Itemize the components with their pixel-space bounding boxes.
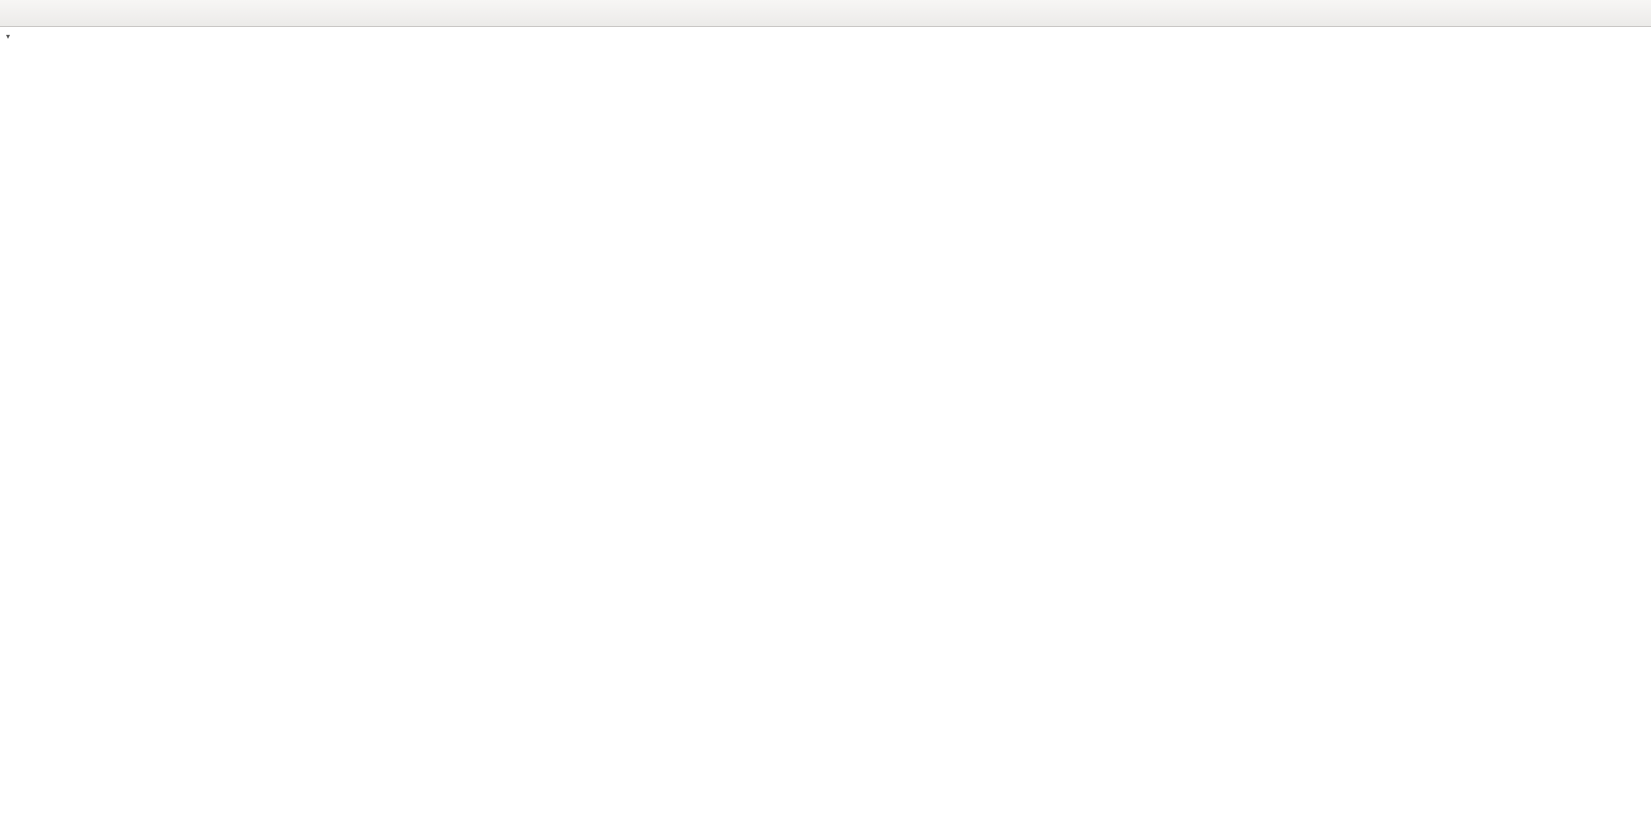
symbol-ohlc-line: ▾ — [6, 30, 12, 42]
symbol-dropdown-icon[interactable]: ▾ — [6, 32, 10, 41]
chart-canvas[interactable] — [0, 0, 1651, 830]
main-toolbar — [0, 0, 1651, 27]
